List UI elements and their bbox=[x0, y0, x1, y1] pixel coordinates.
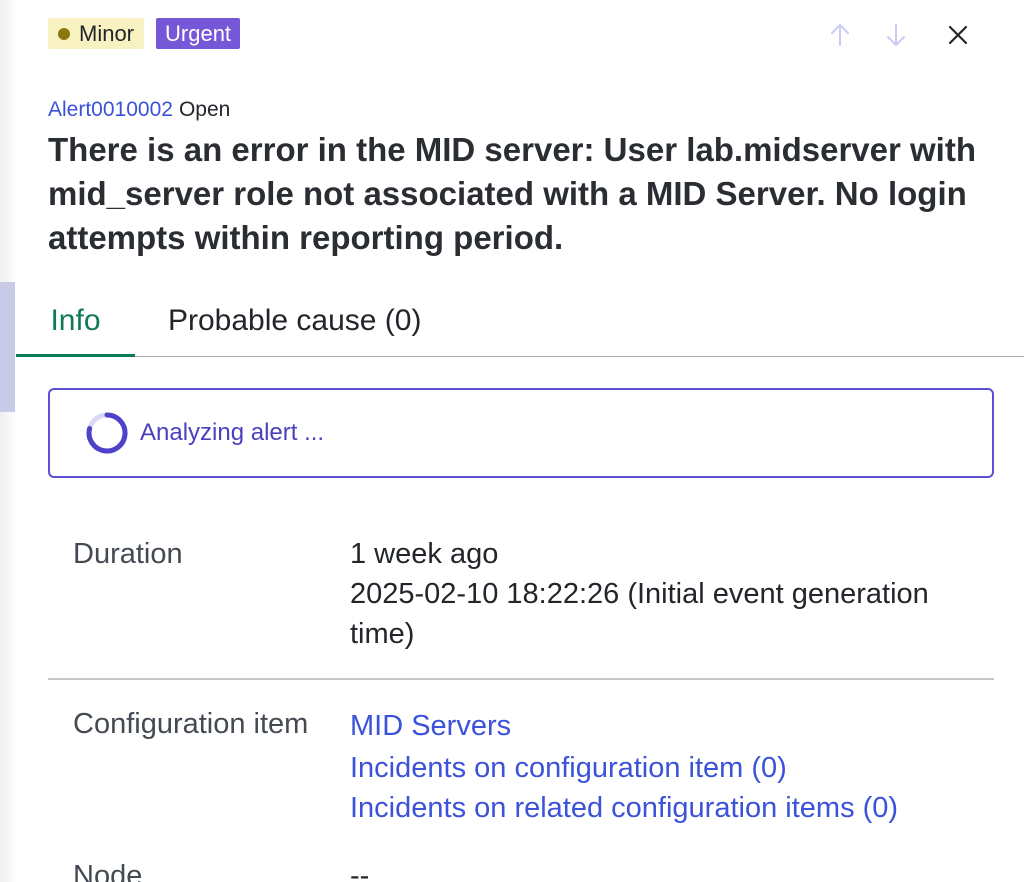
arrow-up-icon bbox=[831, 24, 849, 46]
configuration-item-label: Configuration item bbox=[73, 708, 309, 740]
spinner-icon bbox=[86, 412, 128, 454]
tab-bar: Info Probable cause (0) bbox=[16, 296, 1024, 357]
duration-value: 1 week ago 2025-02-10 18:22:26 (Initial … bbox=[350, 534, 970, 654]
duration-label: Duration bbox=[73, 538, 183, 570]
side-tab-handle[interactable] bbox=[0, 282, 15, 412]
duration-absolute: 2025-02-10 18:22:26 (Initial event gener… bbox=[350, 578, 929, 650]
alert-id-link[interactable]: Alert0010002 bbox=[48, 98, 173, 121]
alert-detail-page: Minor Urgent Alert0010002 Open There is … bbox=[0, 0, 1024, 882]
ci-link-related-incidents[interactable]: Incidents on related configuration items… bbox=[350, 788, 970, 828]
node-label: Node bbox=[73, 860, 143, 882]
duration-relative: 1 week ago bbox=[350, 538, 499, 570]
severity-label: Minor bbox=[79, 20, 135, 46]
badge-group: Minor Urgent bbox=[48, 18, 241, 49]
configuration-item-value: MID Servers Incidents on configuration i… bbox=[350, 704, 970, 828]
node-value: -- bbox=[350, 860, 370, 882]
tab-probable-cause[interactable]: Probable cause (0) bbox=[168, 296, 421, 354]
next-alert-button[interactable] bbox=[878, 20, 914, 50]
tab-info[interactable]: Info bbox=[16, 296, 135, 357]
alert-state: Open bbox=[178, 98, 231, 121]
close-button[interactable] bbox=[940, 20, 976, 50]
alert-title: There is an error in the MID server: Use… bbox=[48, 131, 976, 256]
ci-link-incidents[interactable]: Incidents on configuration item (0) bbox=[350, 748, 970, 788]
previous-alert-button[interactable] bbox=[822, 20, 858, 50]
row-divider bbox=[48, 678, 994, 680]
ci-link-mid-servers[interactable]: MID Servers bbox=[350, 704, 970, 748]
analysis-status-box: Analyzing alert ... bbox=[48, 388, 994, 478]
alert-detail-panel: Minor Urgent Alert0010002 Open There is … bbox=[16, 0, 1024, 882]
arrow-down-icon bbox=[887, 24, 905, 46]
severity-badge: Minor bbox=[48, 18, 145, 49]
alert-id-line: Alert0010002 Open bbox=[48, 98, 230, 122]
priority-label: Urgent bbox=[165, 20, 232, 46]
background-shadow bbox=[0, 0, 16, 882]
severity-dot-icon bbox=[58, 27, 70, 40]
priority-badge: Urgent bbox=[156, 18, 241, 49]
panel-navigation bbox=[822, 20, 976, 50]
close-icon bbox=[948, 25, 968, 45]
analysis-status-text: Analyzing alert ... bbox=[140, 419, 325, 446]
